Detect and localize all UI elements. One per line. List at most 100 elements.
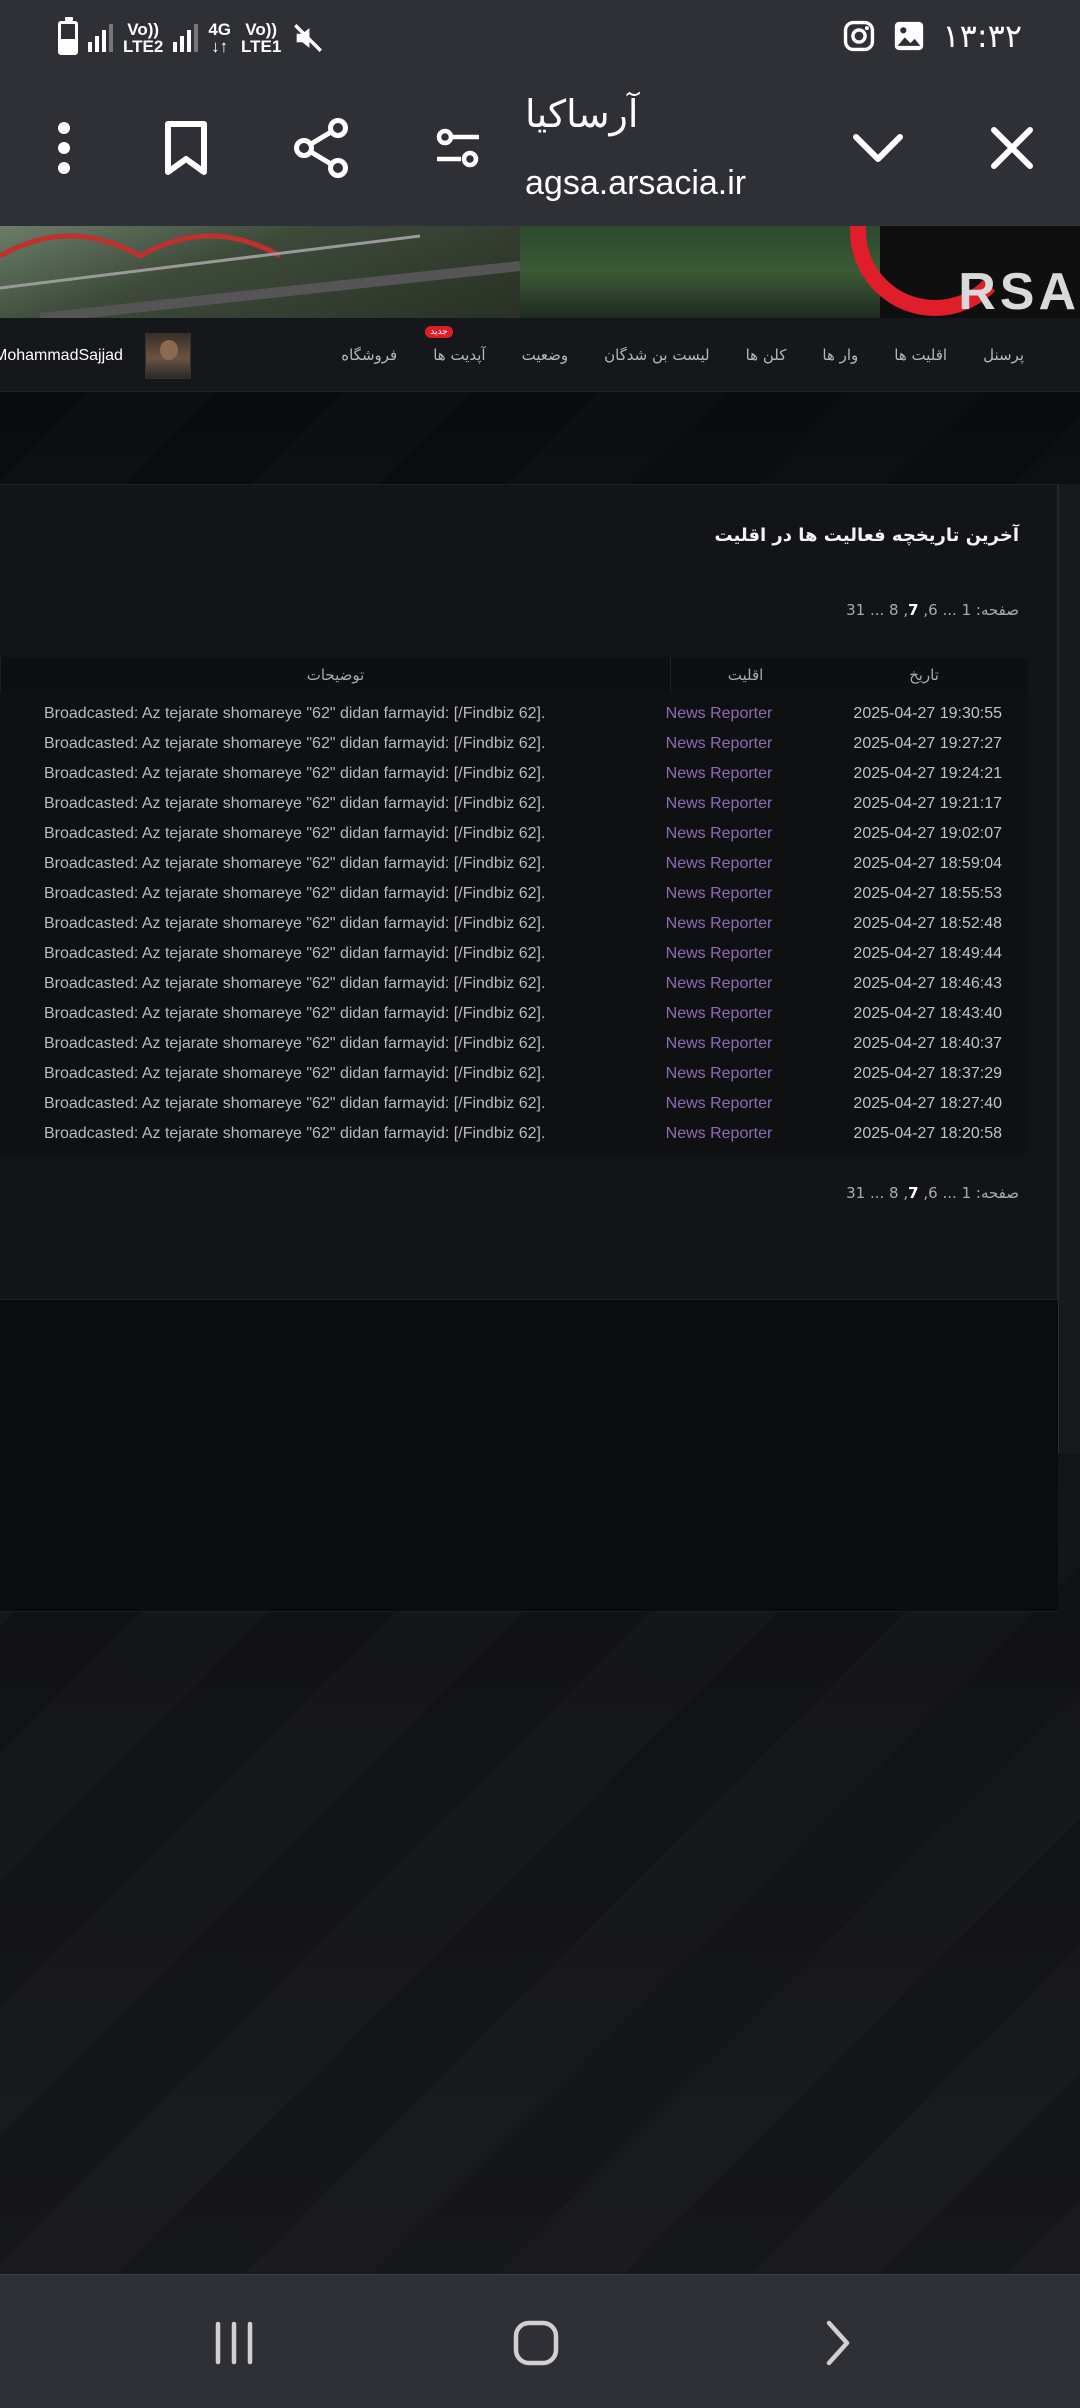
cell-faction: News Reporter bbox=[665, 975, 773, 992]
cell-faction: News Reporter bbox=[665, 885, 773, 902]
cell-date: 2025-04-27 19:02:07 bbox=[853, 825, 1002, 842]
user-box[interactable]: MohammadSajjad bbox=[0, 332, 191, 380]
page-link-6[interactable]: 6 bbox=[928, 1184, 938, 1202]
scroll-strip[interactable] bbox=[1058, 484, 1080, 1454]
cell-date: 2025-04-27 18:43:40 bbox=[853, 1005, 1002, 1022]
cell-faction: News Reporter bbox=[665, 735, 773, 752]
cell-desc: Broadcasted: Az tejarate shomareye "62" … bbox=[44, 765, 546, 782]
web-page: RSA پرسنل اقلیت ها وار ها کلن ها لیست بن شدگ… bbox=[0, 226, 1080, 2274]
clock: ۱۳:۳۲ bbox=[942, 17, 1022, 55]
share-icon[interactable] bbox=[284, 110, 360, 186]
page-link-8[interactable]: 8 bbox=[889, 601, 899, 619]
cell-desc: Broadcasted: Az tejarate shomareye "62" … bbox=[44, 855, 546, 872]
nav-item-label: فروشگاه bbox=[341, 346, 398, 364]
signal-icon bbox=[173, 24, 199, 52]
nav-item[interactable]: لیست بن شدگان bbox=[586, 346, 728, 364]
table-row: 2025-04-27 18:55:53 News Reporter Broadcas… bbox=[0, 879, 1028, 909]
settings-sliders-icon[interactable] bbox=[420, 110, 496, 186]
site-nav: پرسنل اقلیت ها وار ها کلن ها لیست بن شدگان وض… bbox=[0, 318, 1080, 392]
site-banner: RSA bbox=[0, 226, 1080, 318]
nav-item[interactable]: اقلیت ها bbox=[876, 346, 965, 364]
pager-ellipsis: ... bbox=[869, 601, 885, 619]
page-link-1[interactable]: 1 bbox=[962, 1184, 972, 1202]
nav-item[interactable]: وضعیت bbox=[504, 346, 586, 364]
cell-desc: Broadcasted: Az tejarate shomareye "62" … bbox=[44, 1035, 546, 1052]
cell-date: 2025-04-27 18:40:37 bbox=[853, 1035, 1002, 1052]
cell-desc: Broadcasted: Az tejarate shomareye "62" … bbox=[44, 1005, 546, 1022]
table-row: 2025-04-27 19:21:17 News Reporter Broadcas… bbox=[0, 789, 1028, 819]
site-nav-items: پرسنل اقلیت ها وار ها کلن ها لیست بن شدگان وض… bbox=[323, 318, 1042, 392]
page-link-31[interactable]: 31 bbox=[846, 1184, 865, 1202]
more-icon[interactable] bbox=[26, 110, 102, 186]
avatar[interactable] bbox=[144, 333, 191, 379]
table-body: 2025-04-27 19:30:55 News Reporter Broadcas… bbox=[0, 693, 1028, 1155]
col-date: تاریخ bbox=[909, 666, 939, 684]
page-link-6[interactable]: 6 bbox=[928, 601, 938, 619]
pagination-top: صفحه: 1 ... 6, 7, 8 ... 31 bbox=[846, 601, 1019, 619]
table-row: 2025-04-27 19:24:21 News Reporter Broadcas… bbox=[0, 759, 1028, 789]
status-right-group: ۱۳:۳۲ bbox=[842, 14, 1022, 58]
nav-item[interactable]: کلن ها bbox=[728, 346, 805, 364]
cell-desc: Broadcasted: Az tejarate shomareye "62" … bbox=[44, 945, 546, 962]
page-footer bbox=[0, 1300, 1058, 1612]
mute-icon bbox=[291, 21, 325, 55]
pager-ellipsis: ... bbox=[942, 601, 957, 619]
table-row: 2025-04-27 19:30:55 News Reporter Broadcas… bbox=[0, 699, 1028, 729]
nav-item[interactable]: پرسنل bbox=[965, 346, 1042, 364]
status-bar: Vo)) LTE2 4G ↓↑ Vo)) LTE1 ۱۳:۳۲ bbox=[0, 0, 1080, 72]
bookmark-icon[interactable] bbox=[148, 110, 224, 186]
cell-date: 2025-04-27 19:27:27 bbox=[853, 735, 1002, 752]
cell-date: 2025-04-27 19:21:17 bbox=[853, 795, 1002, 812]
table-row: 2025-04-27 18:49:44 News Reporter Broadcas… bbox=[0, 939, 1028, 969]
close-icon[interactable] bbox=[974, 110, 1050, 186]
back-icon[interactable] bbox=[798, 2303, 878, 2383]
page-title-tab[interactable]: آرساکیا bbox=[525, 92, 638, 136]
status-left-group: Vo)) LTE2 4G ↓↑ Vo)) LTE1 bbox=[58, 17, 325, 58]
recent-apps-icon[interactable] bbox=[194, 2303, 274, 2383]
address-bar[interactable]: agsa.arsacia.ir bbox=[525, 164, 746, 203]
banner-image bbox=[0, 226, 521, 318]
battery-icon bbox=[58, 17, 78, 55]
table-row: 2025-04-27 18:27:40 News Reporter Broadcas… bbox=[0, 1089, 1028, 1119]
cell-faction: News Reporter bbox=[665, 765, 773, 782]
cell-faction: News Reporter bbox=[665, 1065, 773, 1082]
nav-item-label: پرسنل bbox=[983, 346, 1024, 364]
gallery-icon bbox=[892, 19, 926, 53]
nav-item[interactable]: فروشگاه bbox=[323, 346, 415, 364]
cell-desc: Broadcasted: Az tejarate shomareye "62" … bbox=[44, 1125, 546, 1142]
cell-date: 2025-04-27 18:52:48 bbox=[853, 915, 1002, 932]
cell-desc: Broadcasted: Az tejarate shomareye "62" … bbox=[44, 825, 546, 842]
nav-item[interactable]: وار ها bbox=[804, 346, 876, 364]
signal-icon bbox=[88, 24, 113, 52]
table-row: 2025-04-27 19:27:27 News Reporter Broadcas… bbox=[0, 729, 1028, 759]
page-current-7: 7 bbox=[908, 601, 919, 619]
cell-faction: News Reporter bbox=[665, 825, 773, 842]
table-row: 2025-04-27 18:37:29 News Reporter Broadcas… bbox=[0, 1059, 1028, 1089]
nav-item-label: آپدیت ها bbox=[433, 346, 486, 364]
page-link-1[interactable]: 1 bbox=[962, 601, 972, 619]
cell-faction: News Reporter bbox=[665, 1125, 773, 1142]
page-link-8[interactable]: 8 bbox=[889, 1184, 899, 1202]
cell-date: 2025-04-27 19:24:21 bbox=[853, 765, 1002, 782]
cell-faction: News Reporter bbox=[665, 795, 773, 812]
nav-item[interactable]: آپدیت ها جدید bbox=[415, 326, 503, 364]
pager-label: صفحه: bbox=[975, 1184, 1019, 1202]
table-row: 2025-04-27 18:20:58 News Reporter Broadcas… bbox=[0, 1119, 1028, 1149]
nav-item-label: وضعیت bbox=[521, 346, 569, 364]
pager-ellipsis: ... bbox=[942, 1184, 957, 1202]
table-row: 2025-04-27 18:59:04 News Reporter Broadcas… bbox=[0, 849, 1028, 879]
cell-faction: News Reporter bbox=[665, 1035, 773, 1052]
table-row: 2025-04-27 18:43:40 News Reporter Broadcas… bbox=[0, 999, 1028, 1029]
cell-desc: Broadcasted: Az tejarate shomareye "62" … bbox=[44, 1065, 546, 1082]
chevron-down-icon[interactable] bbox=[840, 110, 916, 186]
page-link-31[interactable]: 31 bbox=[846, 601, 865, 619]
col-faction: اقلیت bbox=[670, 657, 820, 693]
system-nav-bar bbox=[0, 2274, 1080, 2408]
cell-faction: News Reporter bbox=[665, 945, 773, 962]
nav-item-label: اقلیت ها bbox=[894, 346, 948, 364]
site-logo[interactable]: RSA bbox=[850, 226, 1080, 318]
home-icon[interactable] bbox=[496, 2303, 576, 2383]
username[interactable]: MohammadSajjad bbox=[0, 347, 123, 365]
cell-date: 2025-04-27 18:55:53 bbox=[853, 885, 1002, 902]
nav-item-label: لیست بن شدگان bbox=[604, 346, 710, 364]
